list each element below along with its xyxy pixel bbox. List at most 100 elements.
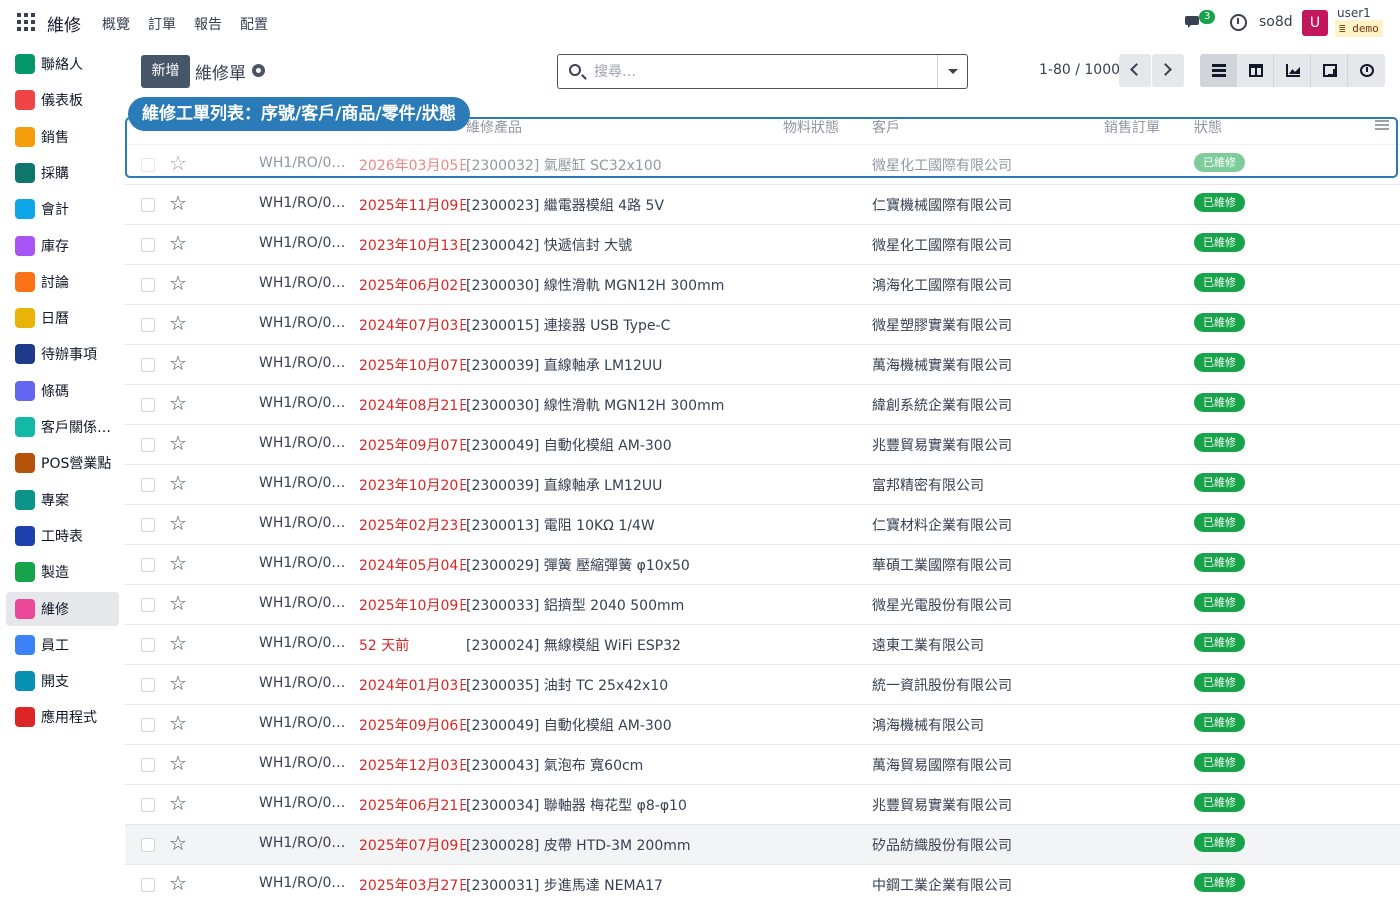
sidebar-item-repair[interactable]: 維修 [6, 591, 119, 626]
user-avatar[interactable]: U [1302, 10, 1328, 36]
sidebar-item-label: 聯絡人 [41, 57, 83, 73]
table-row[interactable]: ☆ WH1/RO/00… 2025年03月27日 [2300031] 步進馬達 NEM… [125, 865, 1400, 900]
sidebar-item-inventory[interactable]: 庫存 [6, 229, 119, 263]
row-checkbox[interactable] [141, 438, 155, 452]
row-checkbox[interactable] [141, 878, 155, 892]
table-row[interactable]: ☆ WH1/RO/00… 2025年07月09日 [2300028] 皮帶 HTD-3… [125, 825, 1400, 865]
gear-icon[interactable] [252, 64, 265, 77]
row-checkbox[interactable] [141, 358, 155, 372]
favorite-star-icon[interactable]: ☆ [169, 193, 187, 213]
table-row[interactable]: ☆ WH1/RO/00… 2025年12月03日 [2300043] 氣泡布 寬60c… [125, 745, 1400, 785]
table-row[interactable]: ☆ WH1/RO/00… 2025年06月21日 [2300034] 聯軸器 梅花型 … [125, 785, 1400, 825]
search-input[interactable] [594, 61, 934, 83]
sidebar-item-project[interactable]: 專案 [6, 483, 119, 517]
table-row[interactable]: ☆ WH1/RO/00… 2024年05月04日 [2300029] 彈簧 壓縮彈簧 … [125, 545, 1400, 585]
pivot-view-button[interactable] [1311, 54, 1348, 87]
row-checkbox[interactable] [141, 558, 155, 572]
table-row[interactable]: ☆ WH1/RO/00… 2025年10月07日 [2300039] 直線軸承 LM1… [125, 345, 1400, 385]
favorite-star-icon[interactable]: ☆ [169, 593, 187, 613]
activity-clock-icon[interactable] [1230, 14, 1247, 31]
sidebar-item-pos[interactable]: POS營業點 [6, 446, 119, 480]
favorite-star-icon[interactable]: ☆ [169, 673, 187, 693]
row-checkbox[interactable] [141, 798, 155, 812]
menu-overview[interactable]: 概覽 [102, 14, 130, 34]
graph-view-button[interactable] [1274, 54, 1311, 87]
row-checkbox[interactable] [141, 198, 155, 212]
sidebar-item-contacts[interactable]: 聯絡人 [6, 47, 119, 81]
table-row[interactable]: ☆ WH1/RO/00… 52 天前 [2300024] 無線模組 WiFi ESP3… [125, 625, 1400, 665]
sidebar-item-employees[interactable]: 員工 [6, 628, 119, 662]
table-row[interactable]: ☆ WH1/RO/00… 2025年06月02日 [2300030] 線性滑軌 MGN… [125, 265, 1400, 305]
sidebar-item-expenses[interactable]: 開支 [6, 664, 119, 698]
sidebar-item-apps-store[interactable]: 應用程式 [6, 700, 119, 734]
favorite-star-icon[interactable]: ☆ [169, 393, 187, 413]
row-checkbox[interactable] [141, 478, 155, 492]
pager-value[interactable]: 1-80 / 1000 [1039, 62, 1120, 78]
favorite-star-icon[interactable]: ☆ [169, 873, 187, 893]
table-row[interactable]: ☆ WH1/RO/00… 2025年11月09日 [2300023] 繼電器模組 4路… [125, 185, 1400, 225]
app-brand[interactable]: 維修 [47, 11, 81, 36]
sidebar-item-sales[interactable]: 銷售 [6, 120, 119, 154]
sidebar-item-dashboard[interactable]: 儀表板 [6, 83, 119, 117]
favorite-star-icon[interactable]: ☆ [169, 793, 187, 813]
menu-configuration[interactable]: 配置 [240, 14, 268, 34]
row-checkbox[interactable] [141, 518, 155, 532]
menu-reporting[interactable]: 報告 [194, 14, 222, 34]
sidebar-item-calendar[interactable]: 日曆 [6, 301, 119, 335]
table-row[interactable]: ☆ WH1/RO/00… 2025年09月07日 [2300049] 自動化模組 AM… [125, 425, 1400, 465]
new-button[interactable]: 新增 [141, 55, 190, 88]
repair-reference: WH1/RO/00… [259, 235, 351, 251]
table-row[interactable]: ☆ WH1/RO/00… 2023年10月13日 [2300042] 快遞信封 大號 微… [125, 225, 1400, 265]
table-row[interactable]: ☆ WH1/RO/00… 2025年02月23日 [2300013] 電阻 10KΩ … [125, 505, 1400, 545]
favorite-star-icon[interactable]: ☆ [169, 713, 187, 733]
row-checkbox[interactable] [141, 318, 155, 332]
pager-next-button[interactable] [1152, 54, 1184, 87]
table-row[interactable]: ☆ WH1/RO/00… 2024年08月21日 [2300030] 線性滑軌 MGN… [125, 385, 1400, 425]
favorite-star-icon[interactable]: ☆ [169, 233, 187, 253]
kanban-view-button[interactable] [1237, 54, 1274, 87]
app-grid-icon[interactable] [17, 13, 35, 31]
sidebar-item-purchase[interactable]: 採購 [6, 156, 119, 190]
sidebar-item-crm[interactable]: 客戶關係… [6, 410, 119, 444]
favorite-star-icon[interactable]: ☆ [169, 833, 187, 853]
activity-view-button[interactable] [1348, 54, 1385, 87]
user-name[interactable]: user1 [1337, 6, 1371, 20]
row-checkbox[interactable] [141, 238, 155, 252]
menu-orders[interactable]: 訂單 [148, 14, 176, 34]
row-checkbox[interactable] [141, 638, 155, 652]
row-checkbox[interactable] [141, 838, 155, 852]
sidebar-item-todo[interactable]: 待辦事項 [6, 337, 119, 371]
table-row[interactable]: ☆ WH1/RO/00… 2023年10月20日 [2300039] 直線軸承 LM1… [125, 465, 1400, 505]
favorite-star-icon[interactable]: ☆ [169, 753, 187, 773]
favorite-star-icon[interactable]: ☆ [169, 633, 187, 653]
favorite-star-icon[interactable]: ☆ [169, 313, 187, 333]
sidebar-item-barcode[interactable]: 條碼 [6, 374, 119, 408]
row-checkbox[interactable] [141, 398, 155, 412]
table-row[interactable]: ☆ WH1/RO/00… 2025年09月06日 [2300049] 自動化模組 AM… [125, 705, 1400, 745]
row-checkbox[interactable] [141, 758, 155, 772]
row-checkbox[interactable] [141, 278, 155, 292]
table-row[interactable]: ☆ WH1/RO/00… 2024年01月03日 [2300035] 油封 TC 25… [125, 665, 1400, 705]
list-view-button[interactable] [1200, 54, 1237, 87]
row-checkbox[interactable] [141, 678, 155, 692]
favorite-star-icon[interactable]: ☆ [169, 553, 187, 573]
favorite-star-icon[interactable]: ☆ [169, 473, 187, 493]
sidebar-item-accounting[interactable]: 會計 [6, 192, 119, 226]
table-row[interactable]: ☆ WH1/RO/00… 2025年10月09日 [2300033] 鋁擠型 2040… [125, 585, 1400, 625]
row-checkbox[interactable] [141, 718, 155, 732]
row-checkbox[interactable] [141, 598, 155, 612]
customer-name: 兆豐貿易實業有限公司 [872, 438, 1012, 454]
favorite-star-icon[interactable]: ☆ [169, 433, 187, 453]
sidebar-item-timesheet[interactable]: 工時表 [6, 519, 119, 553]
sidebar-item-manufacturing[interactable]: 製造 [6, 555, 119, 589]
favorite-star-icon[interactable]: ☆ [169, 513, 187, 533]
favorite-star-icon[interactable]: ☆ [169, 353, 187, 373]
table-row[interactable]: ☆ WH1/RO/00… 2024年07月03日 [2300015] 連接器 USB … [125, 305, 1400, 345]
sidebar-item-discuss[interactable]: 討論 [6, 265, 119, 299]
pager-previous-button[interactable] [1119, 54, 1151, 87]
favorite-star-icon[interactable]: ☆ [169, 273, 187, 293]
company-switcher[interactable]: so8d [1259, 14, 1293, 30]
customer-name: 鴻海機械有限公司 [872, 718, 984, 734]
search-options-dropdown-icon[interactable] [937, 55, 967, 88]
sidebar-item-label: 日曆 [41, 311, 69, 328]
